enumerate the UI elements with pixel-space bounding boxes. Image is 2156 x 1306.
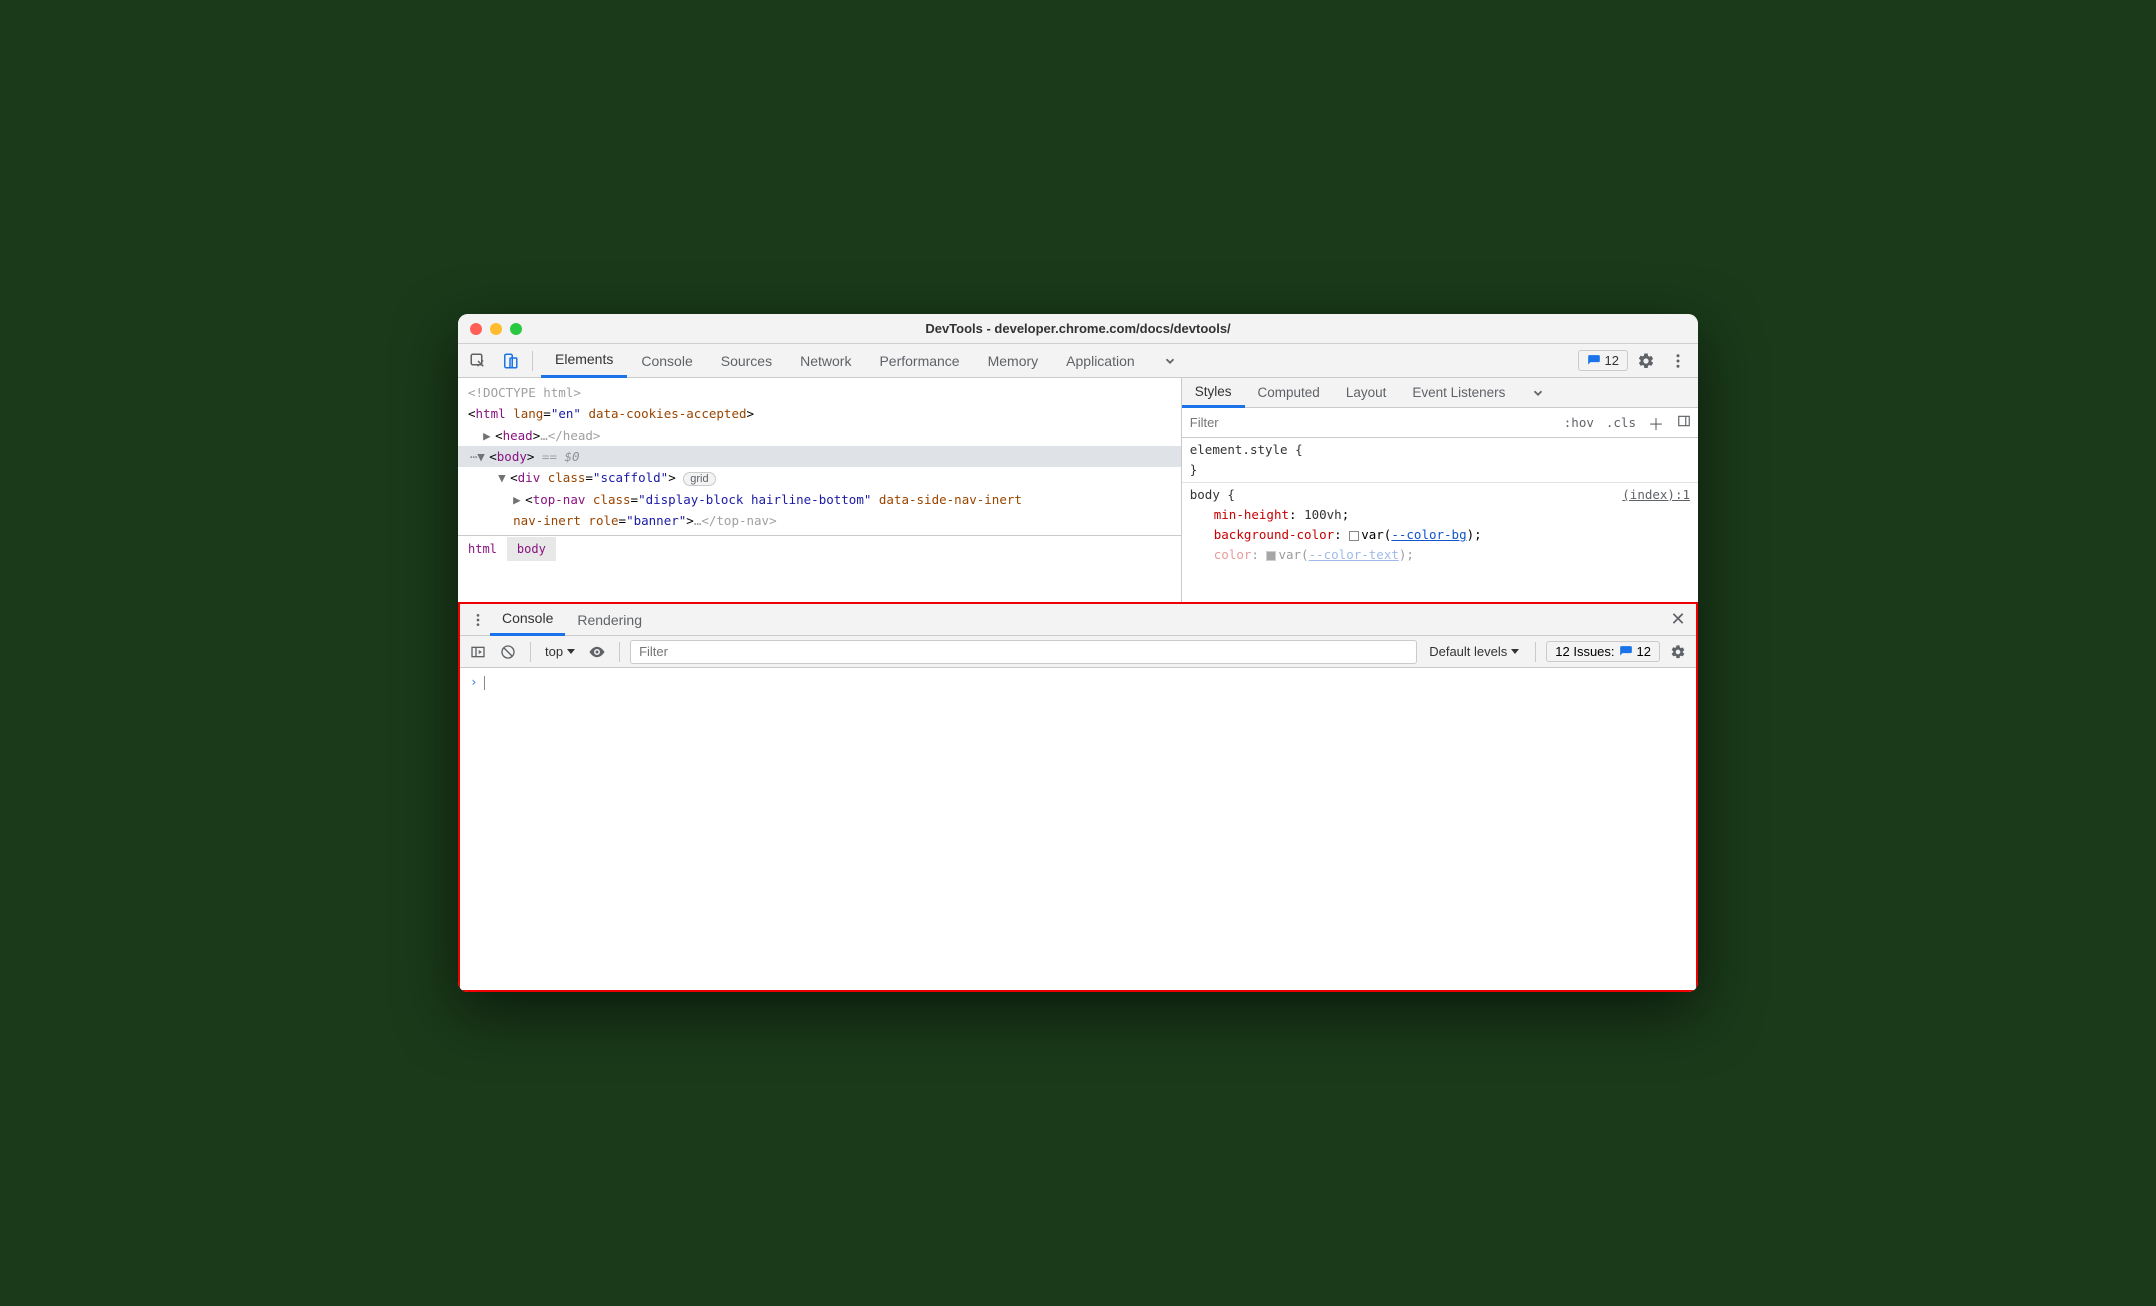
drawer-tabs: Console Rendering ✕: [460, 604, 1696, 636]
color-swatch[interactable]: [1349, 531, 1359, 541]
settings-icon[interactable]: [1632, 347, 1660, 375]
drawer: Console Rendering ✕ top Default levels 1…: [458, 602, 1698, 992]
console-prompt-icon: ›: [470, 674, 478, 689]
rule-selector[interactable]: body {(index):1: [1190, 485, 1690, 505]
drawer-menu-icon[interactable]: [466, 612, 490, 628]
window-title: DevTools - developer.chrome.com/docs/dev…: [458, 321, 1698, 336]
styles-tab-computed[interactable]: Computed: [1245, 378, 1333, 408]
styles-tabs: Styles Computed Layout Event Listeners: [1182, 378, 1698, 408]
computed-toggle-icon[interactable]: [1670, 414, 1698, 431]
color-swatch[interactable]: [1266, 551, 1276, 561]
dom-node: <!DOCTYPE html>: [468, 382, 1181, 403]
styles-rules[interactable]: element.style { } body {(index):1 min-he…: [1182, 438, 1698, 602]
close-drawer-icon[interactable]: ✕: [1666, 609, 1690, 630]
tab-sources[interactable]: Sources: [707, 344, 786, 378]
console-settings-icon[interactable]: [1666, 640, 1690, 664]
close-window-button[interactable]: [470, 323, 482, 335]
more-tabs-icon[interactable]: [1518, 378, 1558, 408]
console-body[interactable]: ›: [460, 668, 1696, 990]
dom-node-selected[interactable]: ⋯▼<body> == $0: [458, 446, 1181, 467]
cls-toggle[interactable]: .cls: [1600, 415, 1642, 430]
console-filter-input[interactable]: [630, 640, 1417, 664]
dom-node[interactable]: ▶<head>…</head>: [468, 425, 1181, 446]
clear-console-icon[interactable]: [496, 640, 520, 664]
styles-panel: Styles Computed Layout Event Listeners :…: [1182, 378, 1698, 602]
device-toggle-icon[interactable]: [496, 347, 524, 375]
devtools-window: DevTools - developer.chrome.com/docs/dev…: [458, 314, 1698, 992]
dom-node[interactable]: nav-inert role="banner">…</top-nav>: [468, 510, 1181, 531]
divider: [530, 642, 531, 662]
log-levels-selector[interactable]: Default levels: [1423, 644, 1525, 659]
divider: [1535, 642, 1536, 662]
toggle-sidebar-icon[interactable]: [466, 640, 490, 664]
tab-console[interactable]: Console: [627, 344, 706, 378]
dom-node[interactable]: <html lang="en" data-cookies-accepted>: [468, 403, 1181, 424]
breadcrumb-item-current[interactable]: body: [507, 537, 556, 561]
main-tabs: Elements Console Sources Network Perform…: [541, 344, 1574, 378]
inspect-element-icon[interactable]: [464, 347, 492, 375]
breadcrumb-item[interactable]: html: [458, 537, 507, 561]
hov-toggle[interactable]: :hov: [1558, 415, 1600, 430]
tab-elements[interactable]: Elements: [541, 344, 627, 378]
titlebar: DevTools - developer.chrome.com/docs/dev…: [458, 314, 1698, 344]
more-tabs-icon[interactable]: [1149, 344, 1191, 378]
styles-tab-event-listeners[interactable]: Event Listeners: [1399, 378, 1518, 408]
main-toolbar: Elements Console Sources Network Perform…: [458, 344, 1698, 378]
context-selector[interactable]: top: [541, 644, 579, 659]
zoom-window-button[interactable]: [510, 323, 522, 335]
css-property[interactable]: background-color: var(--color-bg);: [1190, 525, 1690, 545]
console-toolbar: top Default levels 12 Issues: 12: [460, 636, 1696, 668]
dom-node[interactable]: ▶<top-nav class="display-block hairline-…: [468, 489, 1181, 510]
rule-selector[interactable]: element.style {: [1190, 440, 1690, 460]
css-property[interactable]: color: var(--color-text);: [1190, 545, 1690, 565]
new-style-rule-icon[interactable]: ＋: [1642, 411, 1670, 435]
tab-memory[interactable]: Memory: [974, 344, 1053, 378]
breadcrumb: html body: [458, 535, 1181, 561]
styles-filter-input[interactable]: [1182, 409, 1558, 437]
styles-tab-layout[interactable]: Layout: [1333, 378, 1400, 408]
css-property[interactable]: min-height: 100vh;: [1190, 505, 1690, 525]
drawer-tab-rendering[interactable]: Rendering: [565, 604, 654, 636]
kebab-menu-icon[interactable]: [1664, 347, 1692, 375]
cursor: [484, 676, 485, 690]
tab-application[interactable]: Application: [1052, 344, 1149, 378]
divider: [619, 642, 620, 662]
console-issues-button[interactable]: 12 Issues: 12: [1546, 641, 1660, 662]
grid-badge[interactable]: grid: [683, 472, 715, 486]
tab-performance[interactable]: Performance: [865, 344, 973, 378]
minimize-window-button[interactable]: [490, 323, 502, 335]
elements-panel[interactable]: <!DOCTYPE html> <html lang="en" data-coo…: [458, 378, 1182, 602]
main-split: <!DOCTYPE html> <html lang="en" data-coo…: [458, 378, 1698, 602]
window-controls: [458, 323, 522, 335]
drawer-tab-console[interactable]: Console: [490, 604, 565, 636]
issues-count: 12: [1605, 353, 1619, 368]
issues-pill[interactable]: 12: [1578, 350, 1628, 371]
styles-tab-styles[interactable]: Styles: [1182, 378, 1245, 408]
chevron-down-icon: [1511, 649, 1519, 654]
dom-node[interactable]: ▼<div class="scaffold"> grid: [468, 467, 1181, 489]
styles-filter-bar: :hov .cls ＋: [1182, 408, 1698, 438]
live-expression-icon[interactable]: [585, 640, 609, 664]
chevron-down-icon: [567, 649, 575, 654]
tab-network[interactable]: Network: [786, 344, 865, 378]
source-link[interactable]: (index):1: [1622, 485, 1690, 505]
divider: [532, 351, 533, 371]
